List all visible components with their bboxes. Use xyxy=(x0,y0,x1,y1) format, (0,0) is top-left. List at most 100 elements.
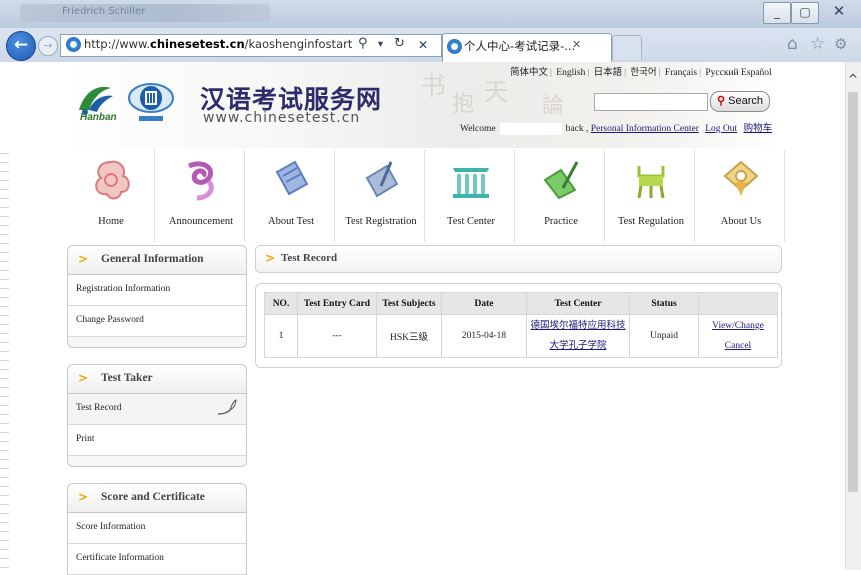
home-icon[interactable]: ⌂ xyxy=(787,34,798,54)
table-header-row: NO. Test Entry Card Test Subjects Date T… xyxy=(264,292,778,315)
welcome-text: Welcome xyxy=(460,124,496,134)
cell-test-center: 德国埃尔福特应用科技 大学孔子学院 xyxy=(526,314,630,358)
test-center-link-line2[interactable]: 大学孔子学院 xyxy=(549,341,606,351)
scroll-up-arrow-icon[interactable]: ^ xyxy=(845,72,861,86)
nav-home-label: Home xyxy=(98,216,124,227)
sidebar-item-label: Score Information xyxy=(76,522,146,532)
address-text[interactable]: http://www.chinesetest.cn/kaoshenginfost… xyxy=(84,37,352,51)
column-header: Test Center xyxy=(526,292,630,315)
site-search-input[interactable] xyxy=(594,93,708,111)
column-header xyxy=(698,292,778,315)
cell-subject: HSK三级 xyxy=(376,314,442,358)
sidebar-taker-title: Test Taker xyxy=(101,372,153,384)
sidebar-score-header: > Score and Certificate xyxy=(67,483,247,513)
home-icon xyxy=(95,160,130,200)
back-text: back xyxy=(565,124,584,134)
refresh-icon[interactable]: ↻ xyxy=(394,36,405,51)
nav-announcement[interactable]: Announcement xyxy=(158,150,245,242)
nav-about-test[interactable]: About Test xyxy=(248,150,335,242)
nav-test-center[interactable]: Test Center xyxy=(428,150,515,242)
test-center-icon xyxy=(453,168,489,198)
cell-no: 1 xyxy=(264,314,298,358)
sidebar-item-change-password[interactable]: Change Password xyxy=(67,306,247,337)
announcement-icon xyxy=(188,161,214,201)
nav-home[interactable]: Home xyxy=(68,150,155,242)
settings-gear-icon[interactable]: ⚙ xyxy=(834,35,847,53)
cancel-link[interactable]: Cancel xyxy=(725,341,751,351)
nav-about-us[interactable]: About Us xyxy=(698,150,785,242)
site-url: www.chinesetest.cn xyxy=(203,110,361,126)
sidebar-item-registration-information[interactable]: Registration Information xyxy=(67,275,247,306)
cell-date: 2015-04-18 xyxy=(441,314,527,358)
close-window-button[interactable]: ✕ xyxy=(826,2,852,22)
test-record-header: > Test Record xyxy=(255,245,782,273)
sidebar-taker-header: > Test Taker xyxy=(67,364,247,394)
language-bar: 简体中文 | English | 日本語 | 한국어 | Français | Русск… xyxy=(510,68,772,78)
dropdown-arrow-icon[interactable]: ▾ xyxy=(378,39,383,50)
test-record-panel: NO. Test Entry Card Test Subjects Date T… xyxy=(255,283,782,368)
test-record-title: Test Record xyxy=(281,252,338,264)
feather-pen-icon xyxy=(217,399,237,415)
test-regulation-icon xyxy=(637,166,665,199)
test-registration-icon xyxy=(365,161,399,198)
sidebar-general-header: > General Information xyxy=(67,245,247,275)
left-edge-decoration xyxy=(0,145,9,570)
lang-link-ru[interactable]: Русский xyxy=(705,68,738,78)
stop-icon[interactable]: ✕ xyxy=(418,38,428,52)
cell-entry-card: --- xyxy=(297,314,377,358)
address-url: http://www.chinesetest.cn/kaoshenginfost… xyxy=(84,37,352,51)
logout-link[interactable]: Log Out xyxy=(705,124,737,134)
nav-about-test-label: About Test xyxy=(267,216,315,227)
view-change-link[interactable]: View/Change xyxy=(712,321,764,331)
sidebar-item-score-information[interactable]: Score Information xyxy=(67,513,247,544)
test-record-table: NO. Test Entry Card Test Subjects Date T… xyxy=(264,292,778,358)
lang-link-ko[interactable]: 한국어 xyxy=(630,68,656,78)
sidebar-item-label: Registration Information xyxy=(76,284,171,294)
nav-test-center-label: Test Center xyxy=(447,216,495,227)
minimize-button[interactable]: _ xyxy=(763,2,791,24)
about-test-icon xyxy=(275,160,309,196)
sidebar-item-test-record[interactable]: Test Record xyxy=(67,394,247,425)
maximize-button[interactable]: ▢ xyxy=(791,2,819,24)
nav-test-registration[interactable]: Test Registration xyxy=(338,150,425,242)
hanban-logo-text: Hanban xyxy=(80,112,117,123)
scrollbar-thumb[interactable] xyxy=(848,92,858,492)
column-header: Date xyxy=(441,292,527,315)
back-button[interactable]: ← xyxy=(6,31,36,61)
lang-link-fr[interactable]: Français xyxy=(665,68,697,78)
favorites-star-icon[interactable]: ☆ xyxy=(810,34,825,54)
personal-center-link[interactable]: Personal Information Center xyxy=(591,124,699,134)
test-center-link-line1[interactable]: 德国埃尔福特应用科技 xyxy=(530,321,625,331)
nav-test-regulation-label: Test Regulation xyxy=(617,216,685,227)
search-button[interactable]: ⚲ Search xyxy=(710,91,770,112)
nav-test-regulation[interactable]: Test Regulation xyxy=(608,150,695,242)
cell-status: Unpaid xyxy=(629,314,699,358)
nav-practice[interactable]: Practice xyxy=(518,150,605,242)
new-tab-button[interactable] xyxy=(612,35,642,60)
nav-test-registration-label: Test Registration xyxy=(345,216,417,227)
sidebar-item-label: Change Password xyxy=(76,315,144,325)
search-button-label: Search xyxy=(728,95,763,107)
ie-page-icon xyxy=(66,37,81,52)
practice-icon xyxy=(543,161,579,200)
column-header: Status xyxy=(629,292,699,315)
lang-link-zh[interactable]: 简体中文 xyxy=(510,68,548,78)
sidebar-item-print[interactable]: Print xyxy=(67,425,247,456)
sidebar-general-title: General Information xyxy=(101,253,204,265)
tab-close-icon[interactable]: ✕ xyxy=(572,38,581,51)
sidebar-item-certificate-information[interactable]: Certificate Information xyxy=(67,544,247,575)
about-us-icon xyxy=(723,160,759,196)
calligraphy-decoration: 抱 xyxy=(452,92,475,117)
cart-link[interactable]: 购物车 xyxy=(744,124,773,134)
sidebar-score-title: Score and Certificate xyxy=(101,491,205,503)
chevron-right-icon: > xyxy=(265,251,276,265)
window-title: Friedrich Schiller xyxy=(62,6,146,17)
lang-link-ja[interactable]: 日本語 xyxy=(594,68,623,78)
confucius-institute-logo[interactable] xyxy=(120,82,182,124)
lang-link-es[interactable]: Español xyxy=(741,68,772,78)
column-header: NO. xyxy=(264,292,298,315)
lang-link-en[interactable]: English xyxy=(556,68,585,78)
search-icon[interactable]: ⚲ xyxy=(358,36,368,51)
sidebar-general-footer xyxy=(67,337,247,348)
forward-button[interactable]: → xyxy=(38,36,58,56)
